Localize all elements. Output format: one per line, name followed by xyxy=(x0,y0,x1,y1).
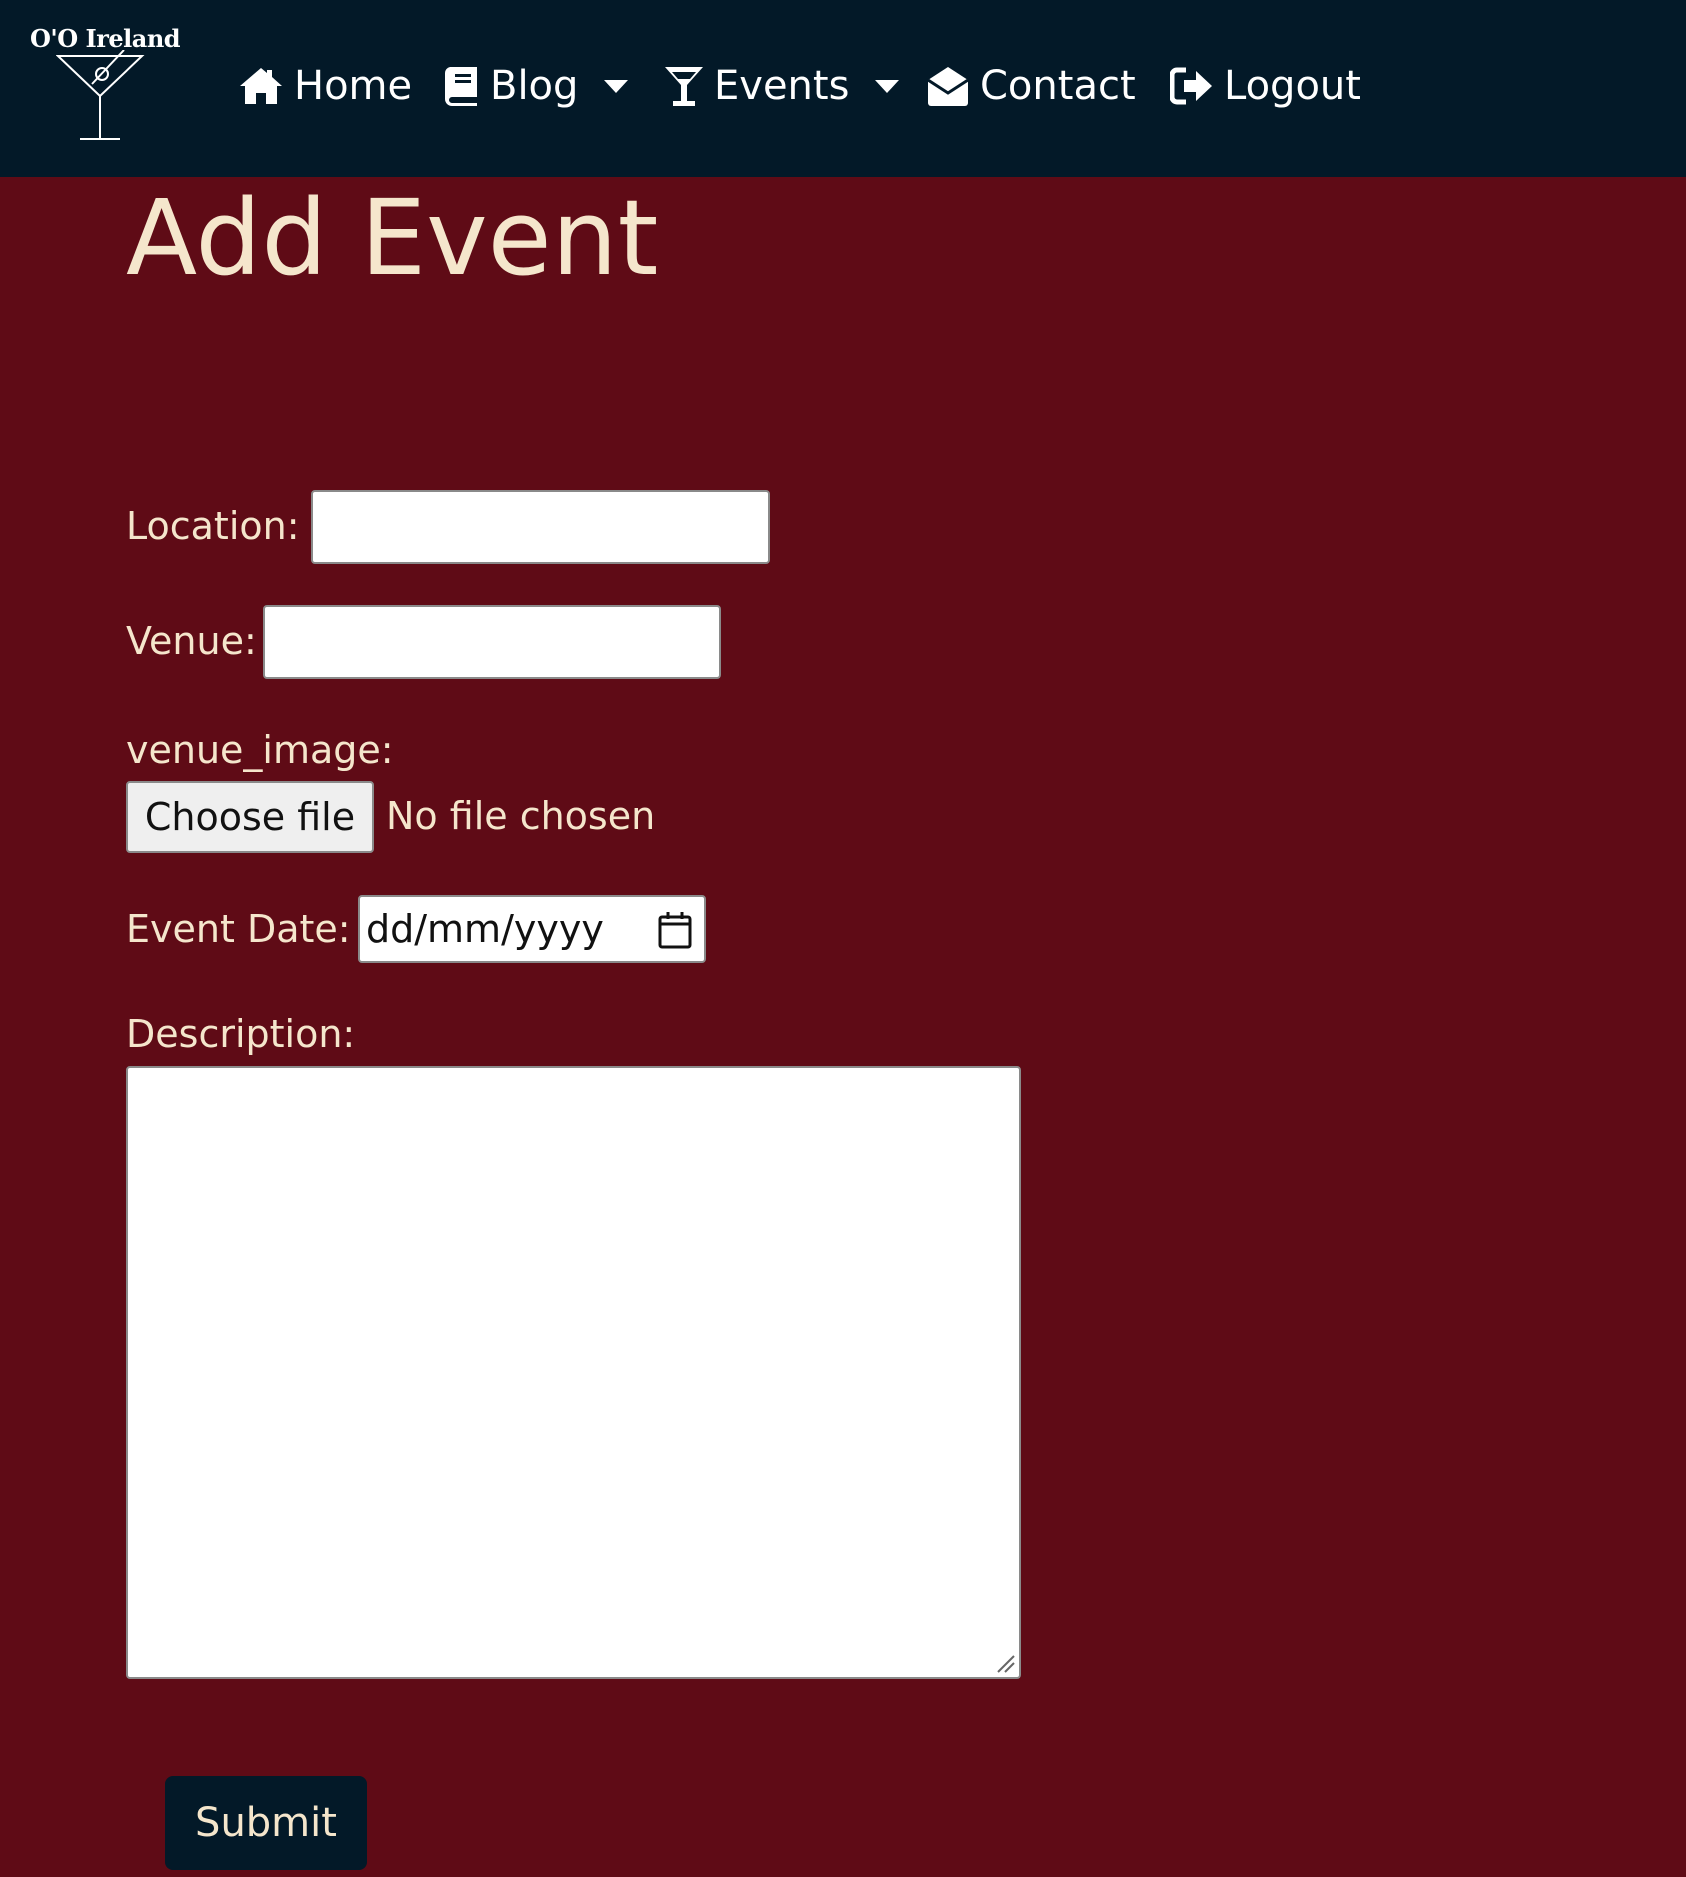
nav-events-dropdown[interactable]: Events xyxy=(664,56,900,116)
file-status-text: No file chosen xyxy=(386,794,656,838)
location-label: Location: xyxy=(126,504,300,548)
venue-input[interactable] xyxy=(263,605,721,679)
martini-glass-icon xyxy=(56,50,145,140)
brand-logo[interactable]: O'O Ireland xyxy=(26,22,186,147)
brand-name: O'O Ireland xyxy=(30,24,181,53)
description-textarea[interactable] xyxy=(126,1066,1021,1679)
location-input[interactable] xyxy=(311,490,770,564)
nav-blog-dropdown[interactable]: Blog xyxy=(444,56,629,116)
event-date-placeholder: dd/mm/yyyy xyxy=(366,907,604,951)
resize-grip-icon[interactable] xyxy=(996,1654,1016,1674)
nav-home-label: Home xyxy=(294,63,413,109)
nav-blog-label: Blog xyxy=(490,63,579,109)
chevron-down-icon xyxy=(604,79,629,93)
description-label: Description: xyxy=(126,1012,356,1056)
nav-contact[interactable]: Contact xyxy=(926,56,1136,116)
sign-out-icon xyxy=(1170,67,1214,105)
event-date-label: Event Date: xyxy=(126,907,351,951)
event-date-input[interactable]: dd/mm/yyyy xyxy=(358,895,706,963)
submit-button[interactable]: Submit xyxy=(165,1776,367,1870)
choose-file-button[interactable]: Choose file xyxy=(126,781,374,853)
nav-events-label: Events xyxy=(714,63,850,109)
nav-logout[interactable]: Logout xyxy=(1170,56,1361,116)
book-icon xyxy=(444,65,480,107)
calendar-icon[interactable] xyxy=(658,911,692,949)
nav-logout-label: Logout xyxy=(1224,63,1361,109)
cocktail-icon xyxy=(664,65,704,107)
venue-label: Venue: xyxy=(126,619,257,663)
nav-contact-label: Contact xyxy=(980,63,1136,109)
home-icon xyxy=(238,66,284,106)
envelope-open-icon xyxy=(926,65,970,107)
navbar: O'O Ireland Home Blog Events Contact Log… xyxy=(0,0,1686,177)
page-title: Add Event xyxy=(126,177,659,299)
venue-image-label: venue_image: xyxy=(126,728,394,772)
chevron-down-icon xyxy=(875,79,900,93)
nav-home[interactable]: Home xyxy=(238,56,412,116)
